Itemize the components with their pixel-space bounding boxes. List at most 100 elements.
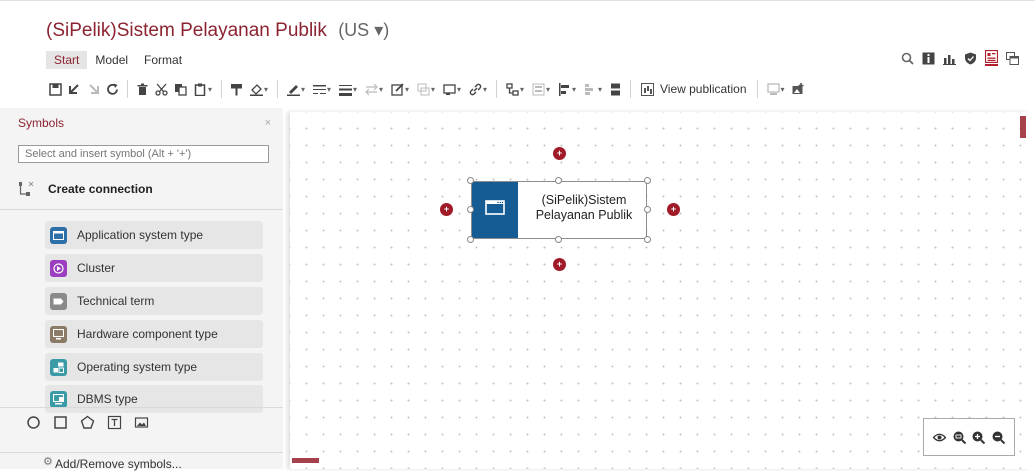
distribute-icon[interactable] (580, 78, 606, 100)
os-icon (50, 358, 67, 376)
create-connection-label: Create connection (48, 181, 153, 196)
save-icon[interactable] (46, 78, 65, 100)
node-label-line: (SiPelik)Sistem (541, 193, 627, 207)
align-icon[interactable] (554, 78, 580, 100)
tab-start[interactable]: Start (46, 51, 88, 69)
toolbar-separator (496, 80, 497, 98)
tab-format[interactable]: Format (136, 51, 190, 69)
eye-icon[interactable] (933, 431, 947, 444)
search-icon[interactable] (901, 52, 914, 65)
resize-handle[interactable] (644, 177, 651, 184)
zoom-out-icon[interactable] (992, 431, 1005, 444)
symbol-hardware-component-type[interactable]: Hardware component type (45, 320, 263, 348)
ribbon-tabs: Start Model Format (46, 51, 190, 69)
add-connection-top-icon[interactable]: + (553, 147, 566, 160)
page-title: (SiPelik)Sistem Pelayanan Publik (US ▾) (46, 20, 389, 42)
toolbar-separator (127, 80, 128, 98)
zoom-in-icon[interactable] (972, 431, 986, 444)
window-icon (485, 200, 505, 220)
add-connection-right-icon[interactable]: + (667, 203, 680, 216)
model-canvas[interactable]: + + + + (SiPelik)Sistem Pelayanan Publik (290, 112, 1030, 469)
divider (0, 209, 283, 210)
symbol-application-system-type[interactable]: Application system type (45, 221, 263, 249)
edit-shape-icon[interactable] (387, 78, 413, 100)
vertical-scrollbar[interactable] (1020, 116, 1026, 138)
symbols-panel: Symbols × Create connection Application … (0, 108, 283, 471)
line-weight-icon[interactable] (335, 78, 361, 100)
symbol-label: Cluster (77, 261, 116, 275)
shape-icon[interactable] (439, 78, 465, 100)
add-connection-left-icon[interactable]: + (440, 203, 453, 216)
pentagon-icon[interactable] (80, 415, 95, 430)
cluster-icon (50, 259, 67, 277)
resize-handle[interactable] (467, 177, 474, 184)
view-publication-button[interactable]: View publication (636, 82, 752, 96)
gear-icon: ⚙ (43, 456, 53, 468)
toolbar-separator (756, 80, 758, 98)
delete-icon[interactable] (133, 78, 152, 100)
connection-icon (18, 180, 36, 198)
symbols-panel-header: Symbols × (0, 108, 283, 138)
fill-color-icon[interactable] (246, 78, 272, 100)
symbols-panel-title: Symbols (18, 116, 65, 130)
copy-icon[interactable] (171, 78, 190, 100)
symbol-search-input[interactable] (18, 145, 269, 163)
add-remove-symbols-button[interactable]: ⚙ Add/Remove symbols... (0, 452, 283, 471)
refresh-icon[interactable] (103, 78, 122, 100)
toolbar-separator (277, 80, 278, 98)
node-symbol-band (472, 182, 518, 238)
zoom-fit-icon[interactable] (953, 431, 966, 444)
term-icon (50, 292, 67, 310)
application-system-type-node[interactable]: (SiPelik)Sistem Pelayanan Publik (471, 181, 647, 239)
undo-icon[interactable] (65, 78, 84, 100)
windows-icon[interactable] (1006, 51, 1019, 65)
line-color-icon[interactable] (283, 78, 309, 100)
language-selector[interactable]: (US ▾) (338, 20, 389, 40)
layout-icon[interactable] (528, 78, 554, 100)
resize-handle[interactable] (644, 236, 651, 243)
toolbar-separator (630, 80, 631, 98)
toolbar-separator (221, 80, 222, 98)
arrow-style-icon[interactable] (361, 78, 387, 100)
add-connection-bottom-icon[interactable]: + (553, 258, 566, 271)
resize-handle[interactable] (467, 236, 474, 243)
image-icon[interactable] (134, 415, 149, 430)
redo-icon[interactable] (84, 78, 103, 100)
toolbar: View publication (46, 76, 1021, 102)
publication-icon (641, 82, 654, 96)
resize-handle[interactable] (644, 206, 651, 213)
symbol-label: Technical term (77, 294, 155, 308)
properties-icon[interactable] (985, 50, 998, 66)
tab-model[interactable]: Model (87, 51, 136, 69)
symbol-technical-term[interactable]: Technical term (45, 287, 263, 315)
model-title: (SiPelik)Sistem Pelayanan Publik (46, 20, 327, 41)
resize-handle[interactable] (555, 177, 562, 184)
symbol-cluster[interactable]: Cluster (45, 254, 263, 282)
close-icon[interactable]: × (265, 117, 271, 129)
connection-icon[interactable] (502, 78, 528, 100)
group-icon[interactable] (413, 78, 439, 100)
presentation-icon[interactable] (763, 78, 789, 100)
create-connection-button[interactable]: Create connection (18, 176, 153, 201)
square-icon[interactable] (53, 415, 68, 430)
resize-handle[interactable] (555, 236, 562, 243)
resize-handle[interactable] (467, 206, 474, 213)
circle-icon[interactable] (26, 415, 41, 430)
symbol-operating-system-type[interactable]: Operating system type (45, 353, 263, 381)
info-icon[interactable] (922, 52, 935, 65)
top-right-icons (901, 50, 1019, 66)
same-size-icon[interactable] (606, 78, 625, 100)
line-style-icon[interactable] (309, 78, 335, 100)
cut-icon[interactable] (152, 78, 171, 100)
chart-icon[interactable] (943, 52, 956, 65)
shield-icon[interactable] (964, 52, 977, 65)
text-frame-icon[interactable] (107, 415, 122, 430)
horizontal-scrollbar[interactable] (292, 458, 319, 463)
paste-icon[interactable] (190, 78, 216, 100)
link-icon[interactable] (465, 78, 491, 100)
image-export-icon[interactable] (789, 78, 808, 100)
format-painter-icon[interactable] (227, 78, 246, 100)
node-label-line: Pelayanan Publik (535, 208, 633, 222)
node-label[interactable]: (SiPelik)Sistem Pelayanan Publik (522, 193, 646, 223)
monitor-icon (50, 325, 67, 343)
